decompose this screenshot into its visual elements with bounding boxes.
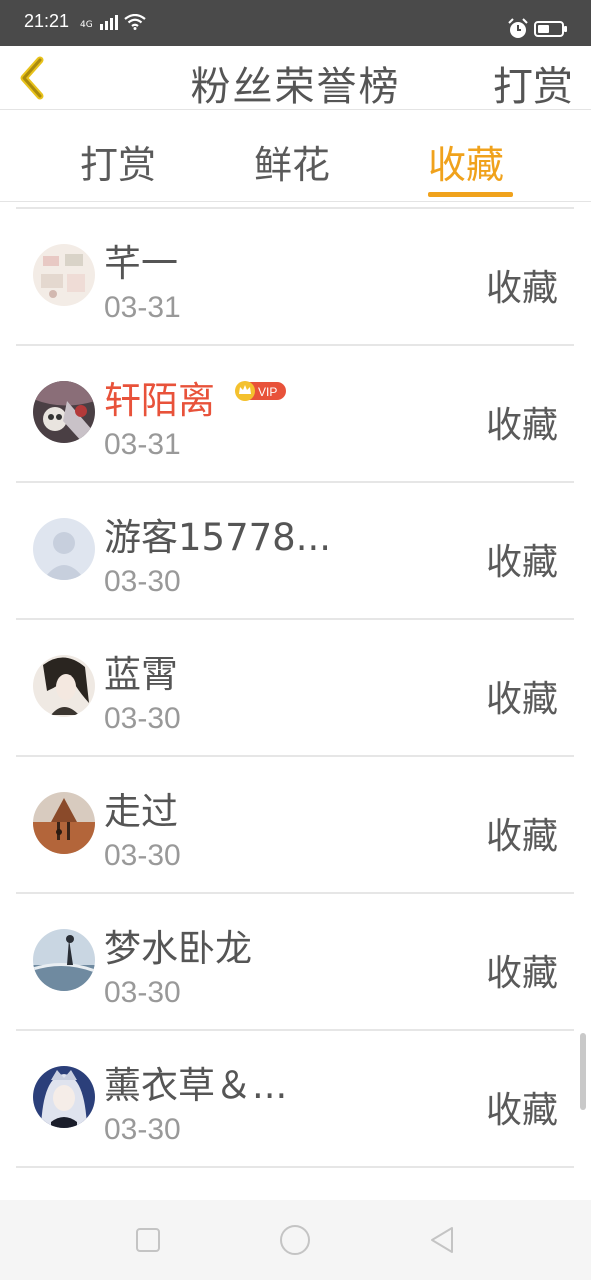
tab-favorites[interactable]: 收藏 bbox=[428, 134, 504, 189]
system-nav-bar bbox=[0, 1200, 591, 1280]
list-item[interactable]: 走过 03-30 收藏 bbox=[16, 757, 574, 894]
list-item[interactable]: 薰衣草＆... 03-30 收藏 bbox=[16, 1031, 574, 1168]
status-bar: 21:21 4G bbox=[0, 0, 591, 46]
avatar[interactable] bbox=[33, 244, 95, 306]
alarm-icon bbox=[508, 18, 528, 38]
fan-date: 03-31 bbox=[104, 428, 181, 461]
fan-action: 收藏 bbox=[485, 268, 558, 309]
default-avatar-icon[interactable] bbox=[33, 518, 95, 580]
scrollbar[interactable] bbox=[580, 1033, 586, 1110]
avatar[interactable] bbox=[33, 792, 95, 854]
fan-action: 收藏 bbox=[485, 542, 558, 583]
fan-action: 收藏 bbox=[485, 953, 558, 994]
reward-button[interactable]: 打赏 bbox=[493, 54, 573, 112]
fan-action: 收藏 bbox=[485, 405, 558, 446]
recent-apps-square-icon[interactable] bbox=[130, 1222, 166, 1258]
fan-date: 03-30 bbox=[104, 1113, 181, 1146]
list-item[interactable]: 梦水卧龙 03-30 收藏 bbox=[16, 894, 574, 1031]
fan-action: 收藏 bbox=[485, 816, 558, 857]
avatar[interactable] bbox=[33, 655, 95, 717]
active-tab-indicator bbox=[428, 192, 513, 197]
avatar[interactable] bbox=[33, 1066, 95, 1128]
home-circle-icon[interactable] bbox=[277, 1222, 313, 1258]
tab-flowers[interactable]: 鲜花 bbox=[254, 134, 330, 189]
fan-name: 薰衣草＆... bbox=[104, 1064, 288, 1107]
list-item[interactable]: 芊一 03-31 收藏 bbox=[16, 209, 574, 346]
battery-icon bbox=[534, 21, 567, 37]
header: 粉丝荣誉榜 打赏 bbox=[0, 46, 591, 110]
network-type: 4G bbox=[80, 20, 93, 30]
list-item[interactable]: 轩陌离 VIP 03-31 收藏 bbox=[16, 346, 574, 483]
fan-date: 03-31 bbox=[104, 291, 181, 324]
fan-list[interactable]: 芊一 03-31 收藏 轩陌离 VIP 03-31 收藏 游客15778... … bbox=[16, 207, 574, 1200]
fan-name: 亭书 bbox=[104, 1192, 178, 1200]
fan-name: 游客15778... bbox=[104, 516, 331, 559]
avatar[interactable] bbox=[33, 929, 95, 991]
tab-bar: 打赏 鲜花 收藏 bbox=[0, 110, 591, 202]
wifi-icon bbox=[124, 14, 146, 30]
back-triangle-icon[interactable] bbox=[424, 1222, 460, 1258]
fan-name: 蓝霄 bbox=[104, 653, 178, 696]
fan-name: 芊一 bbox=[104, 242, 178, 285]
avatar[interactable] bbox=[33, 381, 95, 443]
fan-name: 轩陌离 bbox=[104, 379, 215, 422]
vip-badge-icon: VIP bbox=[235, 381, 286, 401]
list-item[interactable]: 亭书 bbox=[16, 1168, 574, 1200]
list-item[interactable]: 游客15778... 03-30 收藏 bbox=[16, 483, 574, 620]
fan-date: 03-30 bbox=[104, 839, 181, 872]
status-time: 21:21 bbox=[24, 11, 70, 31]
fan-date: 03-30 bbox=[104, 565, 181, 598]
fan-date: 03-30 bbox=[104, 976, 181, 1009]
fan-action: 收藏 bbox=[485, 1090, 558, 1131]
list-item[interactable]: 蓝霄 03-30 收藏 bbox=[16, 620, 574, 757]
fan-action: 收藏 bbox=[485, 679, 558, 720]
fan-name: 梦水卧龙 bbox=[104, 927, 252, 970]
fan-date: 03-30 bbox=[104, 702, 181, 735]
signal-icon bbox=[99, 14, 118, 30]
fan-name: 走过 bbox=[104, 790, 178, 833]
tab-reward[interactable]: 打赏 bbox=[80, 134, 156, 189]
vip-badge-text: VIP bbox=[258, 385, 277, 399]
